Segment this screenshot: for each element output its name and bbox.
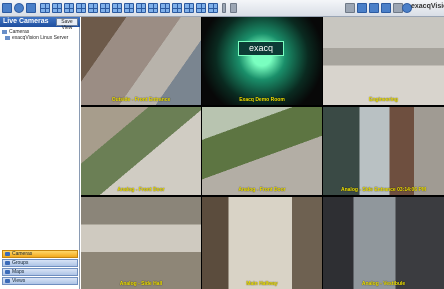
camera-label: Outside - Front Entrance: [111, 97, 171, 103]
layout-4x4-icon[interactable]: [76, 3, 86, 13]
layout-custom-1-icon[interactable]: [112, 3, 122, 13]
nav-label: Groups: [12, 260, 29, 266]
camera-icon: [5, 252, 10, 256]
nav-label: Views: [12, 278, 26, 284]
map-icon: [5, 270, 10, 274]
layout-custom-7-icon[interactable]: [184, 3, 194, 13]
toolbar: exacqVision: [0, 0, 444, 17]
camera-label: Analog - Vestibule: [361, 281, 406, 287]
key-icon[interactable]: [357, 3, 367, 13]
camera-icon[interactable]: [381, 3, 391, 13]
layout-5x5-icon[interactable]: [88, 3, 98, 13]
camera-tile[interactable]: Analog - Front Door: [202, 107, 322, 195]
layout-custom-8-icon[interactable]: [196, 3, 206, 13]
camera-label: Exacq Demo Room: [239, 97, 285, 103]
layout-2x2-icon[interactable]: [52, 3, 62, 13]
views-icon: [5, 279, 10, 283]
nav-views[interactable]: Views: [2, 277, 78, 285]
layout-custom-2-icon[interactable]: [124, 3, 134, 13]
folder-icon: [2, 29, 7, 34]
camera-label: Engineering: [369, 97, 398, 103]
layout-custom-5-icon[interactable]: [160, 3, 170, 13]
camera-label: Analog - Side Entrance 03:14:06 PM: [340, 187, 427, 193]
nav-label: Maps: [12, 269, 25, 275]
groups-icon: [5, 261, 10, 265]
layout-custom-3-icon[interactable]: [136, 3, 146, 13]
camera-tile[interactable]: Engineering: [323, 17, 444, 105]
brand-logo: exacqVision: [411, 3, 444, 10]
layout-custom-4-icon[interactable]: [148, 3, 158, 13]
camera-label: Analog - Front Door: [238, 187, 286, 193]
tree-item-server[interactable]: exacqVision Linux Server: [5, 35, 68, 41]
layout-custom-6-icon[interactable]: [172, 3, 182, 13]
layout-3x3-icon[interactable]: [64, 3, 74, 13]
config-icon[interactable]: [26, 3, 36, 13]
server-icon: [5, 35, 10, 40]
exacq-sign: exacq: [238, 41, 284, 56]
nav-groups[interactable]: Groups: [2, 259, 78, 267]
separator-icon: [222, 3, 226, 13]
save-view-button[interactable]: Save View: [56, 18, 78, 31]
lock-icon[interactable]: [345, 3, 355, 13]
camera-label: Main Hallway: [246, 281, 278, 287]
tree-item-label: exacqVision Linux Server: [12, 35, 69, 41]
search-icon[interactable]: [14, 3, 24, 13]
camera-label: Analog - Side Hall: [119, 281, 163, 287]
camera-tile[interactable]: Analog - Vestibule: [323, 197, 444, 289]
camera-tile[interactable]: Analog - Side Entrance 03:14:06 PM: [323, 107, 444, 195]
dropdown-arrow-icon[interactable]: [230, 3, 237, 13]
camera-tile[interactable]: Analog - Side Hall: [81, 197, 201, 289]
layout-1x1-icon[interactable]: [40, 3, 50, 13]
camera-tile[interactable]: Outside - Front Entrance: [81, 17, 201, 105]
home-icon[interactable]: [2, 3, 12, 13]
monitor-icon[interactable]: [369, 3, 379, 13]
sidebar: Live Cameras Save View Cameras exacqVisi…: [0, 17, 80, 289]
nav-cameras[interactable]: Cameras: [2, 250, 78, 258]
camera-tile[interactable]: exacq Exacq Demo Room: [202, 17, 322, 105]
camera-label: Analog - Front Door: [117, 187, 165, 193]
sidebar-title: Live Cameras: [3, 18, 49, 25]
sidebar-header: Live Cameras Save View: [0, 17, 80, 31]
nav-maps[interactable]: Maps: [2, 268, 78, 276]
nav-label: Cameras: [12, 251, 33, 257]
camera-tile[interactable]: Main Hallway: [202, 197, 322, 289]
layout-custom-9-icon[interactable]: [208, 3, 218, 13]
camera-grid: Outside - Front Entrance exacq Exacq Dem…: [81, 17, 444, 289]
layout-6x6-icon[interactable]: [100, 3, 110, 13]
camera-tile[interactable]: Analog - Front Door: [81, 107, 201, 195]
